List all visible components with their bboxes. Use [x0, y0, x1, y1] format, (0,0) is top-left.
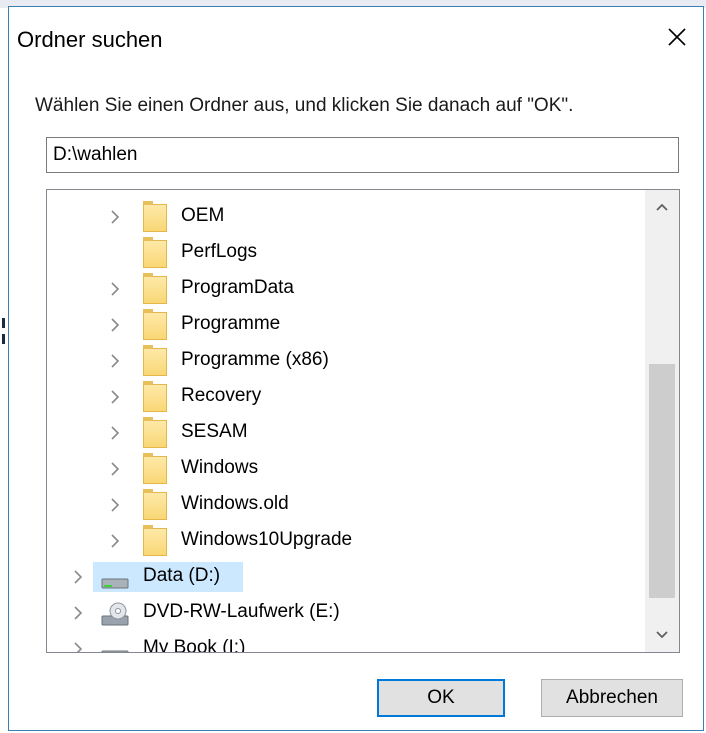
- tree-item-label: Data (D:): [143, 565, 221, 586]
- close-icon: [668, 28, 686, 46]
- instruction-text: Wählen Sie einen Ordner aus, und klicken…: [35, 95, 574, 116]
- tree-item-folder[interactable]: Programme: [47, 308, 647, 342]
- hard-drive-icon: [101, 578, 129, 589]
- folder-icon: [143, 201, 167, 232]
- chevron-down-icon: [656, 631, 668, 639]
- chevron-up-icon: [656, 203, 668, 211]
- tree-item-label: Windows: [181, 457, 259, 478]
- title-bar[interactable]: Ordner suchen: [9, 7, 703, 63]
- tree-item-folder[interactable]: PerfLogs: [47, 236, 647, 270]
- expand-chevron-icon[interactable]: [73, 570, 83, 584]
- folder-icon: [143, 453, 167, 484]
- expand-chevron-icon[interactable]: [110, 534, 120, 548]
- vertical-scrollbar[interactable]: [645, 190, 679, 652]
- tree-item-drive[interactable]: My Book (I:): [47, 632, 647, 653]
- cancel-button[interactable]: Abbrechen: [541, 679, 683, 717]
- tree-item-label: Windows10Upgrade: [181, 529, 353, 550]
- tree-item-label: ProgramData: [181, 277, 294, 298]
- scroll-up-button[interactable]: [645, 190, 679, 224]
- folder-icon: [143, 381, 167, 412]
- tree-item-folder[interactable]: Windows10Upgrade: [47, 524, 647, 558]
- expand-chevron-icon[interactable]: [110, 318, 120, 332]
- tree-item-label: SESAM: [181, 421, 248, 442]
- ok-button[interactable]: OK: [377, 679, 505, 717]
- scroll-down-button[interactable]: [645, 618, 679, 652]
- expand-chevron-icon[interactable]: [110, 210, 120, 224]
- folder-tree[interactable]: OEM PerfLogs ProgramData Programme Programme…: [46, 189, 680, 653]
- hard-drive-icon: [101, 650, 129, 652]
- folder-browse-dialog: Ordner suchen Wählen Sie einen Ordner au…: [8, 6, 704, 731]
- folder-icon: [143, 273, 167, 304]
- tree-item-folder[interactable]: Recovery: [47, 380, 647, 414]
- tree-item-folder[interactable]: ProgramData: [47, 272, 647, 306]
- folder-icon: [143, 525, 167, 556]
- tree-item-label: OEM: [181, 205, 225, 226]
- tree-item-label: Recovery: [181, 385, 262, 406]
- folder-path-input[interactable]: [46, 137, 679, 173]
- folder-icon: [143, 309, 167, 340]
- tree-item-folder[interactable]: SESAM: [47, 416, 647, 450]
- expand-chevron-icon[interactable]: [73, 606, 83, 620]
- expand-chevron-icon[interactable]: [110, 282, 120, 296]
- tree-item-folder[interactable]: Windows.old: [47, 488, 647, 522]
- folder-icon: [143, 489, 167, 520]
- expand-chevron-icon[interactable]: [110, 390, 120, 404]
- tree-item-drive[interactable]: DVD-RW-Laufwerk (E:): [47, 596, 647, 630]
- tree-item-drive[interactable]: Data (D:): [47, 560, 647, 594]
- dvd-drive-icon: [101, 602, 129, 626]
- expand-chevron-icon[interactable]: [110, 462, 120, 476]
- tree-item-label: DVD-RW-Laufwerk (E:): [143, 601, 340, 622]
- scrollbar-thumb[interactable]: [649, 364, 675, 598]
- tree-item-folder[interactable]: OEM: [47, 200, 647, 234]
- tree-item-folder[interactable]: Windows: [47, 452, 647, 486]
- tree-item-label: My Book (I:): [143, 637, 246, 653]
- folder-icon: [143, 417, 167, 448]
- expand-chevron-icon[interactable]: [73, 642, 83, 652]
- tree-item-label: Programme (x86): [181, 349, 329, 370]
- expand-chevron-icon[interactable]: [110, 354, 120, 368]
- tree-item-folder[interactable]: Programme (x86): [47, 344, 647, 378]
- expand-chevron-icon[interactable]: [110, 426, 120, 440]
- close-button[interactable]: [651, 15, 703, 59]
- tree-item-label: PerfLogs: [181, 241, 258, 262]
- dialog-title: Ordner suchen: [17, 27, 163, 52]
- folder-icon: [143, 237, 167, 268]
- background-edge-mark: [2, 318, 5, 328]
- tree-item-label: Windows.old: [181, 493, 289, 514]
- folder-icon: [143, 345, 167, 376]
- tree-item-label: Programme: [181, 313, 281, 334]
- background-edge-mark: [2, 334, 5, 344]
- expand-chevron-icon[interactable]: [110, 498, 120, 512]
